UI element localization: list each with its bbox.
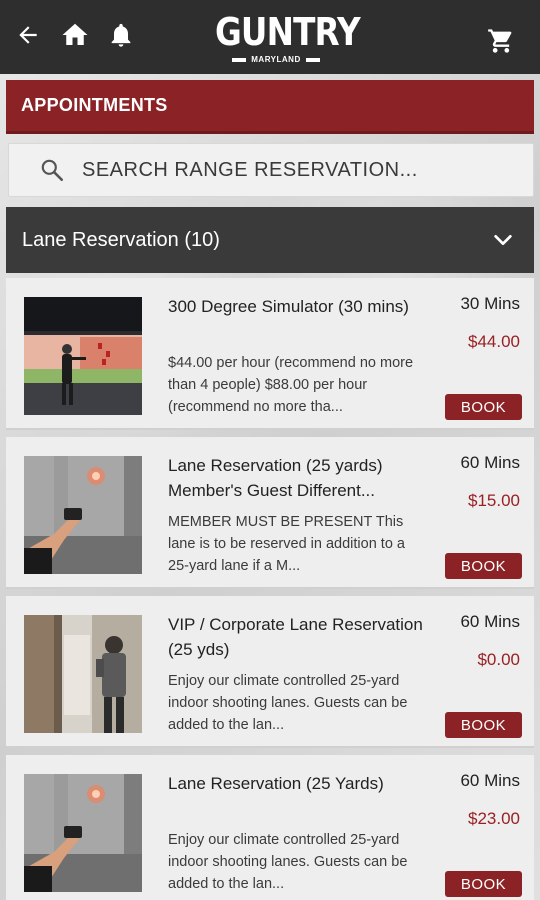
category-lane-reservation[interactable]: Lane Reservation (10) [6,207,534,273]
appointments-header: APPOINTMENTS [6,80,534,134]
lane-thumbnail [24,456,142,574]
item-description: MEMBER MUST BE PRESENT This lane is to b… [168,514,405,574]
item-duration: 30 Mins [460,294,520,313]
cart-icon[interactable] [484,24,518,58]
search-bar[interactable] [8,143,534,197]
item-duration: 60 Mins [460,771,520,790]
item-title: Lane Reservation (25 yards) Member's Gue… [168,456,383,500]
list-item[interactable]: VIP / Corporate Lane Reservation (25 yds… [6,596,534,748]
item-title: Lane Reservation (25 Yards) [168,774,384,793]
item-price: $44.00 [468,332,520,351]
home-icon[interactable] [58,18,92,52]
item-price: $23.00 [468,809,520,828]
category-label: Lane Reservation (10) [22,228,220,251]
item-duration: 60 Mins [460,612,520,631]
item-title: VIP / Corporate Lane Reservation (25 yds… [168,615,423,659]
item-duration: 60 Mins [460,453,520,472]
brand-subtitle: MARYLAND [251,55,301,64]
item-description: Enjoy our climate controlled 25-yard ind… [168,673,408,733]
chevron-down-icon[interactable] [492,229,514,251]
brand-name: GUNTRY [214,10,361,54]
simulator-thumbnail [24,297,142,415]
guntry-logo: GUNTRY MARYLAND [205,10,361,70]
item-price: $15.00 [468,491,520,510]
back-arrow-icon[interactable] [11,18,45,52]
list-item[interactable]: 300 Degree Simulator (30 mins) $44.00 pe… [6,278,534,430]
item-description: $44.00 per hour (recommend no more than … [168,355,414,415]
list-item[interactable]: Lane Reservation (25 yards) Member's Gue… [6,437,534,589]
list-item[interactable]: Lane Reservation (25 Yards) Enjoy our cl… [6,755,534,900]
item-price: $0.00 [477,650,520,669]
search-input[interactable] [82,158,502,182]
search-icon [41,159,64,182]
vip-lane-thumbnail [24,615,142,733]
top-bar: GUNTRY MARYLAND [0,0,540,74]
book-button[interactable]: BOOK [445,712,522,738]
book-button[interactable]: BOOK [445,871,522,897]
bell-icon[interactable] [104,18,138,52]
book-button[interactable]: BOOK [445,394,522,420]
item-description: Enjoy our climate controlled 25-yard ind… [168,832,408,892]
lane-thumbnail [24,774,142,892]
item-title: 300 Degree Simulator (30 mins) [168,297,409,316]
book-button[interactable]: BOOK [445,553,522,579]
